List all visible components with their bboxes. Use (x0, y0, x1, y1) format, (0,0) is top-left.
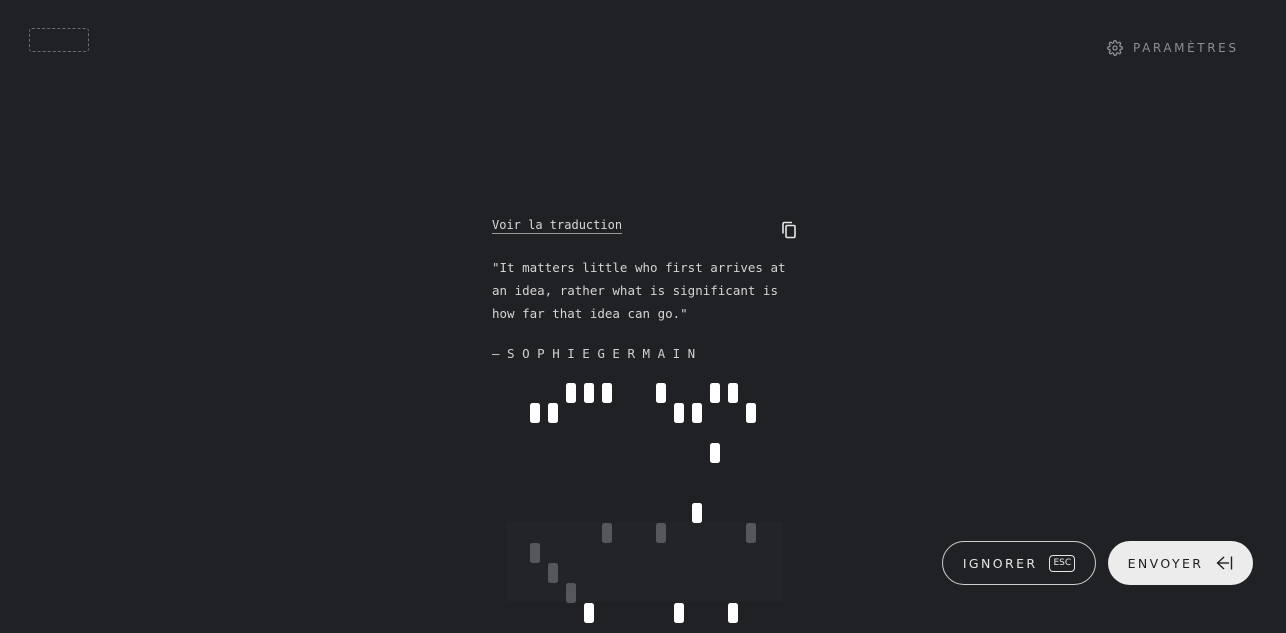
esc-shortcut-badge: ESC (1049, 554, 1076, 572)
key-mark (728, 383, 738, 403)
arrow-left-bar-icon (1215, 555, 1233, 571)
key-mark (728, 603, 738, 623)
quote-text: "It matters little who first arrives at … (492, 260, 786, 321)
key-mark (530, 543, 540, 563)
key-mark (584, 603, 594, 623)
logo-placeholder (29, 28, 89, 52)
settings-label: PARAMÈTRES (1133, 41, 1239, 55)
key-mark (602, 523, 612, 543)
visualizer-backdrop (507, 522, 782, 602)
key-mark (746, 403, 756, 423)
gear-icon (1107, 40, 1123, 56)
key-mark (656, 383, 666, 403)
key-mark (602, 383, 612, 403)
key-mark (710, 443, 720, 463)
key-mark (584, 383, 594, 403)
key-mark (692, 503, 702, 523)
send-label: ENVOYER (1127, 555, 1204, 571)
copy-icon[interactable] (781, 221, 797, 239)
key-mark (674, 403, 684, 423)
quote-author: — S O P H I E G E R M A I N (492, 346, 696, 361)
ignore-label: IGNORER (962, 555, 1038, 571)
key-mark (656, 523, 666, 543)
key-mark (674, 603, 684, 623)
key-mark (530, 403, 540, 423)
key-mark (548, 563, 558, 583)
send-button[interactable]: ENVOYER (1108, 541, 1253, 585)
settings-button[interactable]: PARAMÈTRES (1107, 40, 1239, 56)
key-mark (566, 383, 576, 403)
key-mark (710, 383, 720, 403)
key-mark (692, 403, 702, 423)
ignore-button[interactable]: IGNORER ESC (942, 541, 1096, 585)
key-mark (566, 583, 576, 603)
key-mark (746, 523, 756, 543)
key-mark (548, 403, 558, 423)
translate-link[interactable]: Voir la traduction (492, 218, 622, 232)
